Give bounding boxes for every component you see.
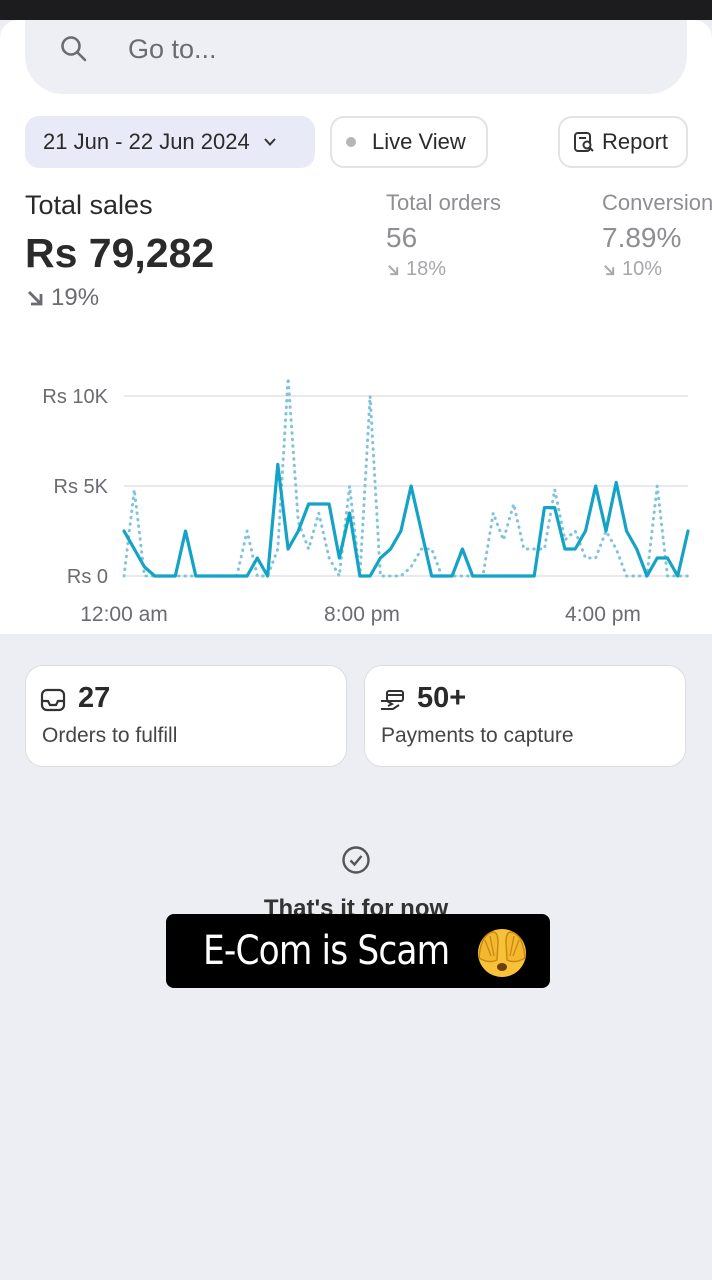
search-bar[interactable]: Go to... — [25, 20, 687, 94]
y-tick-label: Rs 0 — [67, 566, 108, 588]
report-icon — [574, 132, 594, 152]
payments-to-capture-tile[interactable]: 50+ Payments to capture — [364, 665, 686, 767]
dashboard-card: Go to... 21 Jun - 22 Jun 2024 Live View … — [0, 20, 712, 634]
orders-to-fulfill-tile[interactable]: 27 Orders to fulfill — [25, 665, 347, 767]
conversion-metric[interactable]: Conversion 7.89% 10% — [602, 190, 712, 281]
chevron-down-icon — [263, 138, 276, 146]
conversion-label: Conversion — [602, 190, 712, 215]
total-orders-value: 56 — [386, 222, 418, 253]
status-bar — [0, 0, 712, 20]
total-sales-change: 19% — [25, 284, 99, 312]
report-button[interactable]: Report — [558, 116, 688, 168]
series-line-comparison — [122, 376, 690, 578]
orders-count: 27 — [78, 682, 111, 714]
y-tick-label: Rs 5K — [54, 476, 109, 498]
caption-text: E-Com is Scam — [202, 928, 450, 974]
face-covering-eyes-emoji-icon — [478, 929, 527, 977]
date-range-button[interactable]: 21 Jun - 22 Jun 2024 — [25, 116, 315, 168]
y-tick-label: Rs 10K — [42, 386, 108, 408]
conversion-change-value: 10% — [622, 258, 663, 280]
total-sales-change-value: 19% — [51, 284, 100, 311]
x-tick-label: 4:00 pm — [565, 603, 641, 626]
conversion-change: 10% — [602, 258, 712, 281]
x-tick-label: 12:00 am — [80, 603, 168, 626]
arrow-down-right-icon — [28, 291, 43, 306]
payments-count: 50+ — [417, 682, 467, 714]
search-input[interactable]: Go to... — [128, 34, 217, 65]
live-view-label: Live View — [372, 129, 466, 154]
total-orders-change-value: 18% — [406, 258, 447, 280]
sales-chart: Rs 10K Rs 5K Rs 0 12:00 am 8:00 pm 4:00 pm — [42, 376, 690, 626]
conversion-value: 7.89% — [602, 222, 682, 253]
x-tick-label: 8:00 pm — [324, 603, 400, 626]
total-sales-value: Rs 79,282 — [25, 230, 215, 276]
total-orders-metric[interactable]: Total orders 56 18% — [386, 190, 501, 281]
inbox-icon — [40, 688, 66, 712]
payment-hand-icon — [381, 690, 404, 710]
arrow-down-right-icon — [388, 264, 399, 275]
orders-label: Orders to fulfill — [42, 724, 178, 747]
caption-overlay: E-Com is Scam — [166, 914, 550, 988]
total-orders-change: 18% — [386, 258, 501, 281]
payments-label: Payments to capture — [381, 724, 574, 747]
live-dot-icon — [346, 137, 356, 147]
report-label: Report — [602, 129, 669, 154]
total-sales-label: Total sales — [25, 190, 153, 220]
date-range-label: 21 Jun - 22 Jun 2024 — [43, 129, 250, 154]
series-line-sales — [122, 462, 690, 578]
arrow-down-right-icon — [604, 264, 615, 275]
search-icon — [61, 36, 87, 62]
live-view-button[interactable]: Live View — [330, 116, 488, 168]
check-circle-icon — [342, 846, 370, 874]
total-orders-label: Total orders — [386, 190, 501, 215]
